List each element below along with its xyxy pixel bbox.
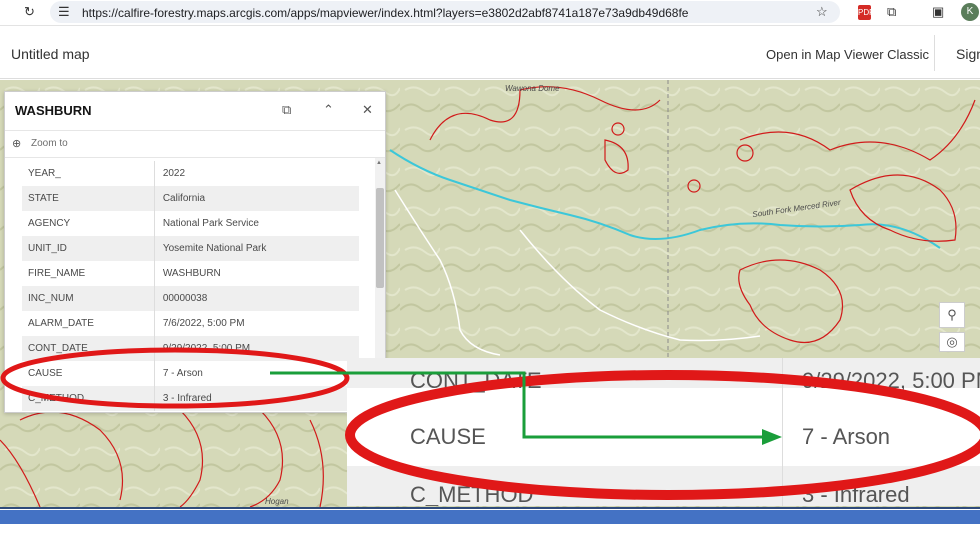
attribute-row: INC_NUM 00000038 [22, 286, 359, 311]
inset-field-label: CONT_DATE [410, 368, 542, 393]
inset-field-value: 9/29/2022, 5:00 PM [802, 368, 980, 393]
attribute-row: FIRE_NAME WASHBURN [22, 261, 359, 286]
inset-row: CONT_DATE 9/29/2022, 5:00 PM [347, 358, 980, 393]
attribute-field: ALARM_DATE [22, 311, 155, 336]
zoom-to-label: Zoom to [31, 138, 68, 149]
slide-divider-line [0, 507, 980, 509]
attribute-row: UNIT_ID Yosemite National Park [22, 236, 359, 261]
browser-toolbar: ↻ ☰ https://calfire-forestry.maps.arcgis… [0, 0, 980, 26]
scrollbar-thumb[interactable] [376, 188, 384, 288]
inset-field-label: C_METHOD [410, 482, 534, 506]
attribute-row: ALARM_DATE 7/6/2022, 5:00 PM [22, 311, 359, 336]
zoomed-inset: CONT_DATE 9/29/2022, 5:00 PM CAUSE 7 - A… [347, 358, 980, 506]
attribute-value: 2022 [162, 168, 186, 179]
attribute-row: YEAR_ 2022 [22, 161, 359, 186]
attribute-field: C_METHOD [22, 386, 155, 411]
url-text: https://calfire-forestry.maps.arcgis.com… [82, 6, 689, 20]
zoom-to-icon: ⊕ [12, 138, 22, 150]
inset-row: CAUSE 7 - Arson [347, 408, 980, 466]
scroll-up-arrow-icon[interactable]: ▲ [376, 160, 382, 166]
slide-footer-bar [0, 510, 980, 524]
inset-field-value: 3 - Infrared [802, 482, 910, 506]
attribute-row: CAUSE 7 - Arson [22, 361, 359, 386]
attribute-field: AGENCY [22, 211, 155, 236]
attribute-value: 7 - Arson [162, 368, 203, 379]
pdf-extension-icon[interactable]: PDF [858, 5, 874, 20]
zoom-to-action[interactable]: ⊕ Zoom to [5, 130, 385, 158]
attribute-row: AGENCY National Park Service [22, 211, 359, 236]
attribute-value: WASHBURN [162, 268, 221, 279]
attribute-field: CAUSE [22, 361, 155, 386]
attribute-table: YEAR_ 2022 STATE California AGENCY National P… [22, 161, 359, 411]
inset-field-label: CAUSE [410, 424, 486, 449]
header-divider [934, 35, 935, 71]
attribute-field: YEAR_ [22, 161, 155, 186]
inset-field-value: 7 - Arson [802, 424, 891, 449]
attribute-field: UNIT_ID [22, 236, 155, 261]
profile-avatar[interactable]: K [961, 3, 979, 21]
map-label-hogan: Hogan [265, 497, 289, 506]
attribute-field: STATE [22, 186, 155, 211]
popup-title: WASHBURN [15, 103, 92, 118]
attribute-value: Yosemite National Park [154, 236, 359, 261]
map-title[interactable]: Untitled map [11, 46, 90, 62]
attribute-value: California [154, 186, 359, 211]
attribute-value: National Park Service [162, 218, 259, 229]
attribute-value: 00000038 [154, 286, 359, 311]
app-header: Untitled map Open in Map Viewer Classic … [0, 27, 980, 79]
close-icon[interactable]: ✕ [362, 102, 373, 118]
attribute-row: C_METHOD 3 - Infrared [22, 386, 359, 411]
reload-icon[interactable]: ↻ [24, 4, 35, 20]
attribute-row: STATE California [22, 186, 359, 211]
inset-column-divider [782, 358, 783, 506]
attribute-field: CONT_DATE [22, 336, 155, 361]
sidebar-toggle-icon[interactable]: ▣ [932, 4, 944, 20]
attribute-row: CONT_DATE 9/29/2022, 5:00 PM [22, 336, 359, 361]
site-settings-icon[interactable]: ☰ [58, 4, 70, 20]
attribute-field: INC_NUM [22, 286, 155, 311]
collapse-chevron-icon[interactable]: ⌃ [323, 102, 334, 118]
extensions-puzzle-icon[interactable]: ⧉ [887, 4, 896, 20]
feature-popup: WASHBURN ⧉ ⌃ ✕ ⊕ Zoom to YEAR_ 2022 STATE C… [4, 91, 386, 413]
map-label-wawona-dome: Wawona Dome [505, 84, 560, 93]
map-locate-icon[interactable]: ◎ [939, 332, 965, 352]
attribute-field: FIRE_NAME [22, 261, 155, 286]
attribute-value: 7/6/2022, 5:00 PM [162, 318, 245, 329]
inset-row: C_METHOD 3 - Infrared [347, 466, 980, 506]
sign-in-button[interactable]: Sign [956, 46, 980, 62]
open-classic-link[interactable]: Open in Map Viewer Classic [766, 47, 929, 62]
map-search-icon[interactable]: ⚲ [939, 302, 965, 328]
dock-icon[interactable]: ⧉ [282, 102, 291, 118]
attribute-value: 3 - Infrared [154, 386, 359, 411]
attribute-value: 9/29/2022, 5:00 PM [154, 336, 359, 361]
address-bar[interactable]: ☰ https://calfire-forestry.maps.arcgis.c… [50, 1, 840, 23]
bookmark-star-icon[interactable]: ☆ [816, 4, 828, 20]
